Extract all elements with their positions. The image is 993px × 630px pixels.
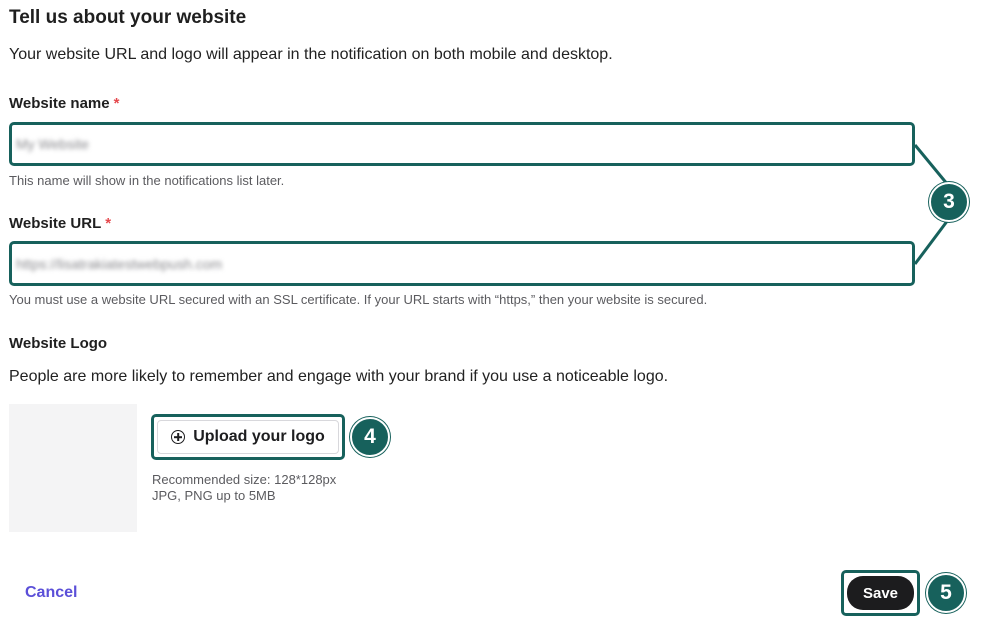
website-url-field[interactable]	[9, 241, 915, 286]
step-3-badge: 3	[929, 182, 969, 222]
website-url-input[interactable]	[12, 244, 912, 283]
website-url-hint: You must use a website URL secured with …	[9, 292, 708, 307]
plus-circle-icon	[171, 430, 186, 444]
cancel-button[interactable]: Cancel	[25, 584, 77, 602]
upload-logo-highlight: Upload your logo	[151, 414, 345, 460]
website-name-input[interactable]	[12, 125, 912, 163]
page-subtitle: Your website URL and logo will appear in…	[9, 46, 613, 63]
page-title: Tell us about your website	[9, 7, 247, 28]
required-mark: *	[113, 95, 120, 112]
step-5-badge: 5	[926, 573, 966, 613]
required-mark: *	[105, 215, 112, 232]
website-settings-form: Tell us about your website Your website …	[0, 0, 993, 630]
step-4-badge: 4	[350, 417, 390, 457]
logo-preview-placeholder	[9, 404, 137, 532]
website-url-label-text: Website URL	[9, 215, 102, 232]
website-logo-description: People are more likely to remember and e…	[9, 368, 669, 385]
save-highlight: Save	[841, 570, 920, 616]
upload-logo-button[interactable]: Upload your logo	[157, 420, 339, 454]
website-name-label: Website name *	[9, 95, 119, 112]
website-url-label: Website URL *	[9, 215, 111, 232]
save-button[interactable]: Save	[847, 576, 914, 610]
recommended-size-text: Recommended size: 128*128px JPG, PNG up …	[152, 472, 337, 503]
website-name-hint: This name will show in the notifications…	[9, 173, 285, 188]
website-name-label-text: Website name	[9, 95, 110, 112]
website-logo-label: Website Logo	[9, 335, 108, 352]
upload-logo-label: Upload your logo	[193, 428, 325, 445]
website-name-field[interactable]	[9, 122, 915, 166]
